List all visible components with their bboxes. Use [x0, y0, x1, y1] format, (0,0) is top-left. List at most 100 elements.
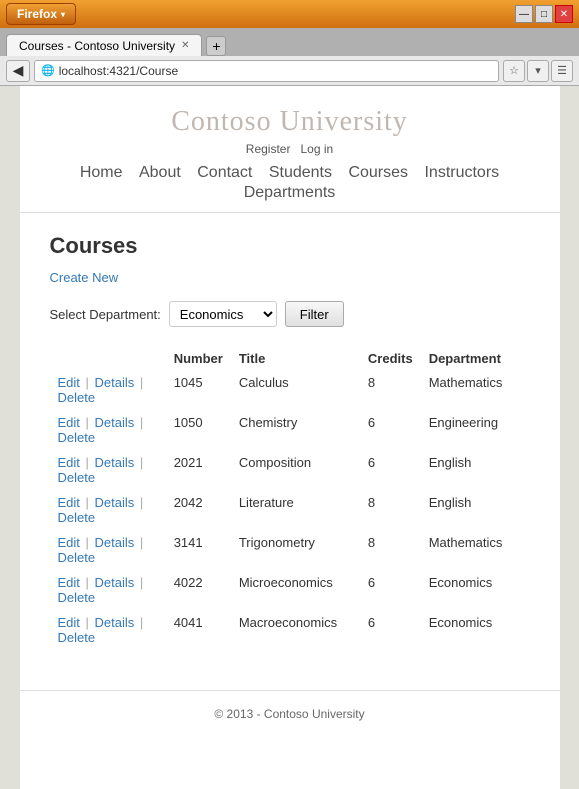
table-cell-actions: Edit | Details | Delete: [50, 530, 166, 570]
table-cell-title: Literature: [231, 490, 360, 530]
nav-home[interactable]: Home: [80, 164, 123, 181]
site-nav: Home About Contact Students Courses Inst…: [20, 164, 560, 202]
bookmark-icon[interactable]: ☆: [503, 60, 525, 82]
col-header-actions: [50, 347, 166, 370]
table-cell-department: Mathematics: [421, 370, 530, 410]
table-cell-department: Economics: [421, 610, 530, 650]
firefox-menu-button[interactable]: Firefox ▾: [6, 3, 76, 25]
action-separator: |: [136, 495, 143, 510]
col-header-number: Number: [166, 347, 231, 370]
action-details-5[interactable]: Details: [95, 575, 135, 590]
table-cell-actions: Edit | Details | Delete: [50, 610, 166, 650]
tab-title: Courses - Contoso University: [19, 39, 175, 53]
table-cell-credits: 6: [360, 610, 421, 650]
table-cell-actions: Edit | Details | Delete: [50, 410, 166, 450]
action-edit-6[interactable]: Edit: [58, 615, 80, 630]
table-cell-number: 4022: [166, 570, 231, 610]
nav-about[interactable]: About: [139, 164, 181, 181]
action-separator: |: [136, 455, 143, 470]
action-delete-1[interactable]: Delete: [58, 430, 96, 445]
bookmark-dropdown-icon[interactable]: ▾: [527, 60, 549, 82]
table-row: Edit | Details | Delete2042Literature8En…: [50, 490, 530, 530]
table-cell-number: 1045: [166, 370, 231, 410]
action-delete-3[interactable]: Delete: [58, 510, 96, 525]
action-delete-6[interactable]: Delete: [58, 630, 96, 645]
action-separator: |: [82, 615, 93, 630]
action-delete-2[interactable]: Delete: [58, 470, 96, 485]
department-select[interactable]: Economics Engineering English Finance Ma…: [169, 301, 277, 327]
nav-right-buttons: ☆ ▾ ☰: [503, 60, 573, 82]
table-cell-title: Trigonometry: [231, 530, 360, 570]
table-cell-department: Mathematics: [421, 530, 530, 570]
action-edit-0[interactable]: Edit: [58, 375, 80, 390]
action-details-4[interactable]: Details: [95, 535, 135, 550]
footer-text: © 2013 - Contoso University: [214, 707, 364, 721]
nav-instructors[interactable]: Instructors: [424, 164, 499, 181]
filter-button[interactable]: Filter: [285, 301, 344, 327]
table-cell-actions: Edit | Details | Delete: [50, 570, 166, 610]
action-edit-5[interactable]: Edit: [58, 575, 80, 590]
table-cell-credits: 6: [360, 410, 421, 450]
back-button[interactable]: ◀: [6, 60, 30, 82]
table-row: Edit | Details | Delete1050Chemistry6Eng…: [50, 410, 530, 450]
nav-bar: ◀ 🌐 localhost:4321/Course ☆ ▾ ☰: [0, 56, 579, 86]
create-new-link[interactable]: Create New: [50, 270, 119, 285]
table-cell-title: Chemistry: [231, 410, 360, 450]
table-cell-credits: 8: [360, 530, 421, 570]
action-separator: |: [82, 455, 93, 470]
site-title: Contoso University: [20, 106, 560, 138]
action-delete-4[interactable]: Delete: [58, 550, 96, 565]
maximize-button[interactable]: □: [535, 5, 553, 23]
action-separator: |: [136, 535, 143, 550]
close-button[interactable]: ✕: [555, 5, 573, 23]
action-edit-4[interactable]: Edit: [58, 535, 80, 550]
col-header-credits: Credits: [360, 347, 421, 370]
nav-departments[interactable]: Departments: [244, 184, 336, 201]
table-cell-number: 1050: [166, 410, 231, 450]
action-edit-1[interactable]: Edit: [58, 415, 80, 430]
table-row: Edit | Details | Delete4022Microeconomic…: [50, 570, 530, 610]
action-edit-3[interactable]: Edit: [58, 495, 80, 510]
table-row: Edit | Details | Delete1045Calculus8Math…: [50, 370, 530, 410]
new-tab-button[interactable]: +: [206, 36, 226, 56]
table-row: Edit | Details | Delete3141Trigonometry8…: [50, 530, 530, 570]
window-controls: — □ ✕: [515, 5, 573, 23]
action-details-1[interactable]: Details: [95, 415, 135, 430]
page-content: Contoso University Register Log in Home …: [20, 86, 560, 789]
tab-close-icon[interactable]: ✕: [181, 40, 189, 51]
action-details-0[interactable]: Details: [95, 375, 135, 390]
action-delete-0[interactable]: Delete: [58, 390, 96, 405]
table-cell-title: Macroeconomics: [231, 610, 360, 650]
action-separator: |: [136, 575, 143, 590]
action-separator: |: [82, 375, 93, 390]
table-header-row: Number Title Credits Department: [50, 347, 530, 370]
nav-contact[interactable]: Contact: [197, 164, 252, 181]
page-wrapper: Contoso University Register Log in Home …: [0, 86, 579, 789]
action-delete-5[interactable]: Delete: [58, 590, 96, 605]
url-bar[interactable]: 🌐 localhost:4321/Course: [34, 60, 499, 82]
action-separator: |: [136, 375, 143, 390]
url-text: localhost:4321/Course: [59, 64, 492, 78]
register-link[interactable]: Register: [246, 142, 291, 156]
action-details-6[interactable]: Details: [95, 615, 135, 630]
login-link[interactable]: Log in: [301, 142, 334, 156]
nav-students[interactable]: Students: [269, 164, 332, 181]
table-cell-department: English: [421, 490, 530, 530]
active-tab[interactable]: Courses - Contoso University ✕: [6, 34, 202, 56]
minimize-button[interactable]: —: [515, 5, 533, 23]
action-separator: |: [136, 415, 143, 430]
action-details-3[interactable]: Details: [95, 495, 135, 510]
table-body: Edit | Details | Delete1045Calculus8Math…: [50, 370, 530, 650]
col-header-title: Title: [231, 347, 360, 370]
table-cell-credits: 8: [360, 490, 421, 530]
site-header: Contoso University Register Log in Home …: [20, 86, 560, 213]
table-cell-number: 4041: [166, 610, 231, 650]
table-cell-department: Economics: [421, 570, 530, 610]
filter-label: Select Department:: [50, 307, 161, 322]
nav-courses[interactable]: Courses: [348, 164, 408, 181]
action-details-2[interactable]: Details: [95, 455, 135, 470]
action-edit-2[interactable]: Edit: [58, 455, 80, 470]
table-cell-credits: 8: [360, 370, 421, 410]
menu-icon[interactable]: ☰: [551, 60, 573, 82]
table-cell-actions: Edit | Details | Delete: [50, 450, 166, 490]
